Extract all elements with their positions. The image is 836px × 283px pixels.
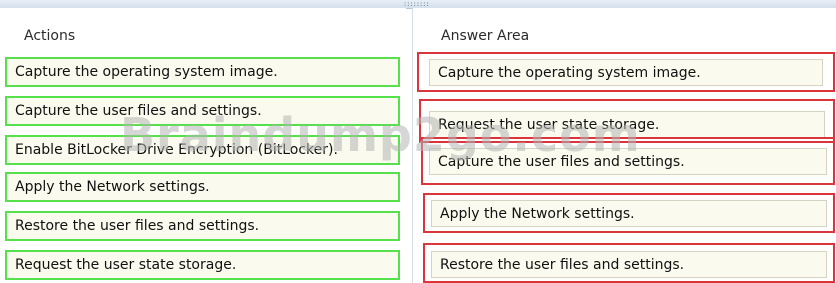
answer-item-apply-network-settings[interactable]: Apply the Network settings.: [431, 200, 827, 227]
action-item-request-state-storage[interactable]: Request the user state storage.: [5, 250, 400, 280]
action-item-apply-network-settings[interactable]: Apply the Network settings.: [5, 172, 400, 202]
answer-slot-5[interactable]: Restore the user files and settings.: [423, 243, 835, 283]
answer-slot-4[interactable]: Apply the Network settings.: [423, 193, 835, 233]
answer-area-header: Answer Area: [441, 28, 530, 44]
answer-item-capture-os-image[interactable]: Capture the operating system image.: [429, 59, 823, 86]
actions-pane: Actions Capture the operating system ima…: [0, 8, 406, 283]
answer-item-capture-user-files[interactable]: Capture the user files and settings.: [429, 148, 827, 175]
answer-item-restore-user-files[interactable]: Restore the user files and settings.: [431, 251, 827, 278]
splitter-grip-icon[interactable]: ::::::::: [403, 1, 430, 8]
action-item-capture-os-image[interactable]: Capture the operating system image.: [5, 57, 400, 87]
answer-slot-3[interactable]: Capture the user files and settings.: [421, 137, 835, 185]
action-item-capture-user-files[interactable]: Capture the user files and settings.: [5, 96, 400, 126]
actions-header: Actions: [24, 28, 76, 44]
action-item-enable-bitlocker[interactable]: Enable BitLocker Drive Encryption (BitLo…: [5, 135, 400, 165]
answer-item-request-state-storage[interactable]: Request the user state storage.: [429, 111, 825, 138]
action-item-restore-user-files[interactable]: Restore the user files and settings.: [5, 211, 400, 241]
answer-area-pane: Answer Area Capture the operating system…: [412, 8, 836, 283]
answer-slot-1[interactable]: Capture the operating system image.: [417, 52, 835, 92]
